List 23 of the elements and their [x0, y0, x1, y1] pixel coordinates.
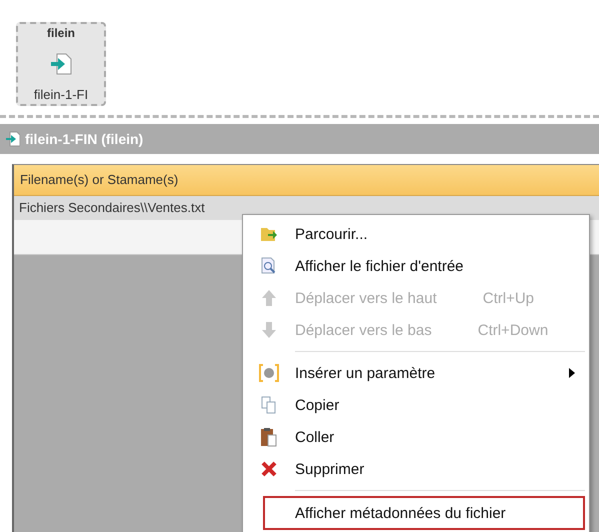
file-arrow-icon: [6, 131, 20, 147]
filein-node[interactable]: filein filein-1-FI: [16, 22, 106, 106]
clipboard-icon: [260, 427, 278, 447]
menu-item[interactable]: Parcourir...: [243, 218, 585, 250]
document-magnifier-icon: [260, 257, 278, 275]
file-arrow-icon: [49, 52, 73, 76]
delete-icon: [261, 461, 277, 477]
column-header[interactable]: Filename(s) or Stamame(s): [14, 165, 599, 196]
menu-item[interactable]: Coller: [243, 421, 585, 453]
parameter-icon: [259, 364, 279, 382]
down-arrow-icon: [261, 321, 277, 339]
node-type-label: filein: [46, 26, 75, 40]
submenu-arrow-icon: [569, 368, 575, 378]
folder-icon: [260, 225, 278, 243]
up-arrow-icon: [261, 289, 277, 307]
menu-item[interactable]: Copier: [243, 389, 585, 421]
menu-item[interactable]: Afficher le fichier d'entrée: [243, 250, 585, 282]
menu-item[interactable]: Supprimer: [243, 453, 585, 485]
menu-item[interactable]: Insérer un paramètre: [243, 357, 585, 389]
node-name-label: filein-1-FI: [34, 87, 88, 102]
menu-item[interactable]: Afficher métadonnées du fichier: [263, 496, 585, 530]
panel-title: filein-1-FIN (filein): [25, 131, 144, 147]
copy-icon: [260, 396, 278, 414]
